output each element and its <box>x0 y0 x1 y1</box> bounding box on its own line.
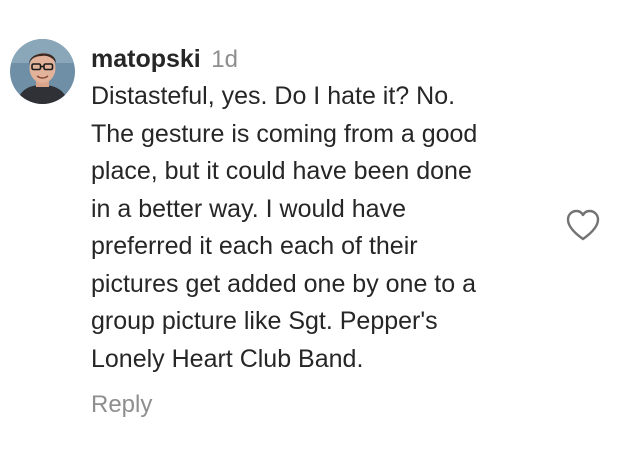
comment-line: Lonely Heart Club Band. <box>91 344 364 373</box>
comment-header: matopski 1d <box>91 42 238 76</box>
comment-line: preferred it each each of their <box>91 232 418 260</box>
comment-line: The gesture is coming from a good <box>91 119 478 148</box>
username[interactable]: matopski <box>91 45 201 73</box>
comment-line: place, but it could have been done <box>91 157 472 185</box>
timestamp[interactable]: 1d <box>211 46 238 73</box>
comment-line: Distasteful, yes. Do I hate it? No. <box>91 82 456 110</box>
avatar-photo-icon <box>10 39 75 104</box>
comment-body: Distasteful, yes. Do I hate it? No. The … <box>91 78 561 378</box>
like-button[interactable] <box>565 208 601 242</box>
heart-icon <box>566 209 600 241</box>
avatar[interactable] <box>10 39 75 104</box>
comment-line: group picture like Sgt. Pepper's <box>91 307 438 335</box>
comment-line: pictures get added one by one to a <box>91 269 477 298</box>
comment-line: in a better way. I would have <box>91 194 406 223</box>
reply-button[interactable]: Reply <box>91 388 152 422</box>
comment: matopski 1d Distasteful, yes. Do I hate … <box>0 0 634 454</box>
